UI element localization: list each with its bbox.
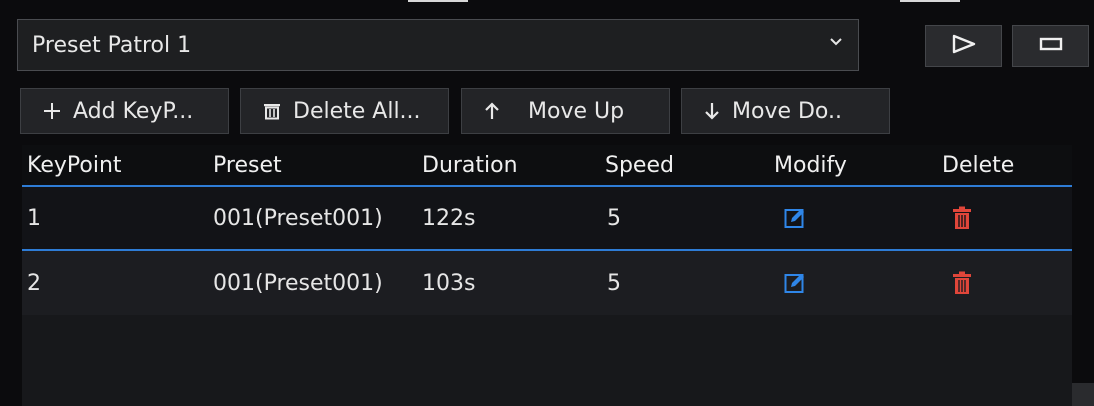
header-delete: Delete xyxy=(942,152,1015,178)
trash-icon xyxy=(953,271,971,294)
patrol-select-value: Preset Patrol 1 xyxy=(32,32,192,58)
modify-button[interactable] xyxy=(784,251,806,315)
keypoint-cell: 2 xyxy=(27,270,41,296)
header-keypoint: KeyPoint xyxy=(27,152,122,178)
scrollbar-thumb[interactable] xyxy=(1072,383,1094,406)
edit-icon xyxy=(784,209,804,228)
edit-icon xyxy=(784,274,804,293)
arrow-up-icon xyxy=(484,102,500,120)
delete-row-button[interactable] xyxy=(952,251,972,315)
chevron-down-icon xyxy=(826,32,846,52)
modify-button[interactable] xyxy=(784,187,806,249)
header-speed: Speed xyxy=(605,152,674,178)
preset-cell: 001(Preset001) xyxy=(213,205,383,231)
preset-cell: 001(Preset001) xyxy=(213,270,383,296)
move-down-button[interactable]: Move Do.. xyxy=(681,88,890,134)
move-up-label: Move Up xyxy=(528,98,625,124)
vertical-scrollbar[interactable] xyxy=(1072,145,1094,406)
table-row[interactable]: 1 001(Preset001) 122s 5 xyxy=(22,187,1072,251)
speed-cell: 5 xyxy=(607,205,621,231)
delete-all-label: Delete All... xyxy=(293,98,421,124)
top-edge-mark-right xyxy=(900,0,960,2)
add-keypoint-button[interactable]: Add KeyP... xyxy=(20,88,229,134)
delete-row-button[interactable] xyxy=(952,187,972,249)
trash-icon xyxy=(263,102,281,120)
top-edge-mark-left xyxy=(408,0,468,2)
keypoint-table: KeyPoint Preset Duration Speed Modify De… xyxy=(22,145,1072,406)
delete-all-button[interactable]: Delete All... xyxy=(240,88,449,134)
move-down-label: Move Do.. xyxy=(732,98,842,124)
duration-cell: 103s xyxy=(422,270,476,296)
play-icon xyxy=(951,34,977,58)
table-header: KeyPoint Preset Duration Speed Modify De… xyxy=(22,145,1072,187)
play-button[interactable] xyxy=(925,25,1002,67)
move-up-button[interactable]: Move Up xyxy=(461,88,670,134)
add-keypoint-label: Add KeyP... xyxy=(73,98,194,124)
header-modify: Modify xyxy=(774,152,847,178)
speed-cell: 5 xyxy=(607,270,621,296)
plus-icon xyxy=(43,102,61,120)
stop-icon xyxy=(1039,36,1063,56)
keypoint-cell: 1 xyxy=(27,205,41,231)
arrow-down-icon xyxy=(704,102,720,120)
header-duration: Duration xyxy=(422,152,518,178)
table-row[interactable]: 2 001(Preset001) 103s 5 xyxy=(22,251,1072,315)
trash-icon xyxy=(953,206,971,229)
duration-cell: 122s xyxy=(422,205,476,231)
patrol-select[interactable]: Preset Patrol 1 xyxy=(17,19,859,71)
stop-button[interactable] xyxy=(1012,25,1089,67)
header-preset: Preset xyxy=(213,152,282,178)
